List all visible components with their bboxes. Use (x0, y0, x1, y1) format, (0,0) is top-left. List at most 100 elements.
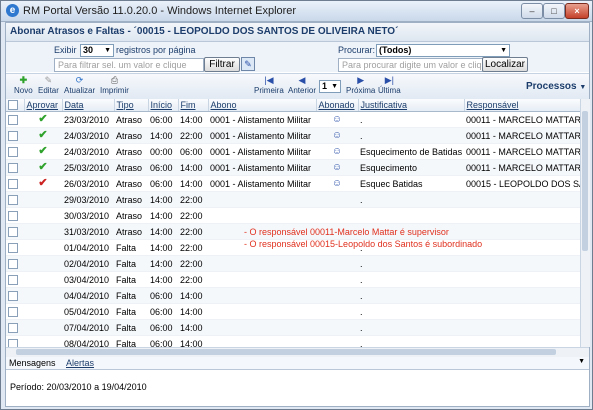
horizontal-scrollbar[interactable] (6, 347, 589, 357)
records-per-page-select[interactable]: 30 ▼ (80, 44, 114, 57)
cell-tipo: Falta (114, 271, 148, 288)
table-row[interactable]: 08/04/2010 Falta 06:00 14:00. (6, 335, 580, 347)
row-checkbox[interactable] (8, 226, 18, 237)
cell-data: 25/03/2010 (62, 159, 114, 176)
row-checkbox[interactable] (8, 242, 18, 253)
window-title: RM Portal Versão 11.0.20.0 - Windows Int… (23, 5, 297, 17)
first-page-button[interactable]: |◀ Primeira (254, 76, 284, 96)
search-field-select[interactable]: (Todos) ▼ (376, 44, 510, 57)
cell-abono: 0001 - Alistamento Militar (208, 159, 316, 176)
column-header[interactable]: Início (148, 99, 179, 112)
row-checkbox[interactable] (8, 162, 18, 173)
procurar-label: Procurar: (338, 45, 376, 55)
column-header[interactable]: Responsável (464, 99, 580, 112)
scrollbar-thumb[interactable] (582, 111, 588, 251)
row-select-cell (6, 239, 24, 256)
cell-justificativa: Esquec Batidas (358, 175, 464, 192)
print-button[interactable]: ⎙ Imprimir (100, 76, 129, 96)
filter-input[interactable]: Para filtrar sel. um valor e clique (54, 58, 204, 72)
vertical-scrollbar[interactable] (580, 99, 590, 347)
edit-filter-icon[interactable]: ✎ (241, 57, 255, 71)
edit-button[interactable]: ✎ Editar (38, 76, 59, 96)
table-row[interactable]: 29/03/2010 Atraso 14:00 22:00. (6, 191, 580, 208)
column-header[interactable]: Abonado (316, 99, 359, 112)
row-checkbox[interactable] (8, 178, 18, 189)
previous-page-button[interactable]: ◀ Anterior (288, 76, 316, 96)
maximize-button[interactable]: □ (543, 3, 565, 19)
minimize-button[interactable]: – (521, 3, 543, 19)
table-header-row: Aprovar Data Tipo Início Fim Abono Abonado Just… (6, 99, 580, 112)
processes-menu[interactable]: Processos ▼ (526, 81, 586, 92)
column-header[interactable] (6, 99, 25, 112)
approved-check-icon[interactable]: ✔ (38, 113, 47, 125)
approve-cell (24, 303, 62, 320)
filter-button[interactable]: Filtrar (204, 57, 240, 72)
chevron-down-icon[interactable]: ▼ (578, 358, 585, 365)
cell-tipo: Falta (114, 319, 148, 336)
table-row[interactable]: 04/04/2010 Falta 06:00 14:00. (6, 287, 580, 304)
close-button[interactable]: × (565, 3, 589, 19)
cell-abono (208, 191, 316, 208)
scrollbar-thumb[interactable] (16, 349, 556, 355)
table-row[interactable]: 02/04/2010 Falta 14:00 22:00. (6, 255, 580, 272)
abonado-person-icon: ☺ (331, 114, 343, 125)
row-checkbox[interactable] (8, 130, 18, 141)
abonado-cell: ☺ (316, 111, 358, 128)
cell-tipo: Atraso (114, 127, 148, 144)
exibir-label: Exibir (54, 45, 77, 55)
new-button[interactable]: ✚ Novo (14, 76, 33, 96)
row-checkbox[interactable] (8, 114, 18, 125)
row-checkbox[interactable] (8, 338, 18, 347)
approved-check-icon[interactable]: ✔ (38, 145, 47, 157)
row-checkbox[interactable] (8, 146, 18, 157)
tab-alertas[interactable]: Alertas (66, 358, 94, 368)
column-header[interactable]: Data (62, 99, 115, 112)
approve-cell: ✔ (24, 111, 62, 128)
print-label: Imprimir (100, 86, 129, 95)
column-header[interactable]: Aprovar (24, 99, 63, 112)
cell-inicio: 14:00 (148, 223, 178, 240)
row-checkbox[interactable] (8, 322, 18, 333)
table-row[interactable]: 03/04/2010 Falta 14:00 22:00. (6, 271, 580, 288)
cell-inicio: 14:00 (148, 191, 178, 208)
last-page-button[interactable]: ▶| Última (378, 76, 401, 96)
tab-mensagens[interactable]: Mensagens (9, 358, 56, 368)
approve-cell (24, 239, 62, 256)
table-row[interactable]: ✔ 24/03/2010 Atraso 00:00 06:00 0001 - Alista… (6, 143, 580, 160)
cell-fim: 22:00 (178, 127, 208, 144)
table-row[interactable]: ✔ 24/03/2010 Atraso 14:00 22:00 0001 - Alista… (6, 127, 580, 144)
column-header[interactable]: Justificativa (358, 99, 465, 112)
row-checkbox[interactable] (8, 274, 18, 285)
table-row[interactable]: ✔ 26/03/2010 Atraso 06:00 14:00 0001 - Alista… (6, 175, 580, 192)
row-checkbox[interactable] (8, 306, 18, 317)
refresh-button[interactable]: ⟳ Atualizar (64, 76, 95, 96)
abonado-cell: ☺ (316, 127, 358, 144)
table-row[interactable]: ✔ 23/03/2010 Atraso 06:00 14:00 0001 - Alista… (6, 111, 580, 128)
table-row[interactable]: 07/04/2010 Falta 06:00 14:00. (6, 319, 580, 336)
search-field-value: (Todos) (379, 45, 412, 55)
row-checkbox[interactable] (8, 210, 18, 221)
cell-data: 07/04/2010 (62, 319, 114, 336)
select-all-checkbox[interactable] (8, 100, 18, 111)
table-row[interactable]: ✔ 25/03/2010 Atraso 06:00 14:00 0001 - Alista… (6, 159, 580, 176)
row-checkbox[interactable] (8, 290, 18, 301)
approved-check-icon[interactable]: ✔ (38, 161, 47, 173)
column-header[interactable]: Fim (178, 99, 209, 112)
search-button[interactable]: Localizar (482, 57, 528, 72)
table-row[interactable]: 30/03/2010 Atraso 14:00 22:00 (6, 207, 580, 224)
page-header: Abonar Atrasos e Faltas - ´00015 - LEOPO… (6, 23, 589, 42)
approve-cell (24, 191, 62, 208)
cell-fim: 14:00 (178, 111, 208, 128)
column-header[interactable]: Abono (208, 99, 317, 112)
page-select[interactable]: 1 ▼ (319, 80, 341, 93)
row-checkbox[interactable] (8, 194, 18, 205)
table-row[interactable]: 05/04/2010 Falta 06:00 14:00. (6, 303, 580, 320)
next-page-button[interactable]: ▶ Próxima (346, 76, 375, 96)
approve-cell (24, 319, 62, 336)
rejected-check-icon[interactable]: ✔ (38, 177, 47, 189)
column-header[interactable]: Tipo (114, 99, 149, 112)
approved-check-icon[interactable]: ✔ (38, 129, 47, 141)
row-checkbox[interactable] (8, 258, 18, 269)
cell-abono (208, 335, 316, 347)
search-input[interactable]: Para procurar digite um valor e clique (338, 58, 483, 72)
